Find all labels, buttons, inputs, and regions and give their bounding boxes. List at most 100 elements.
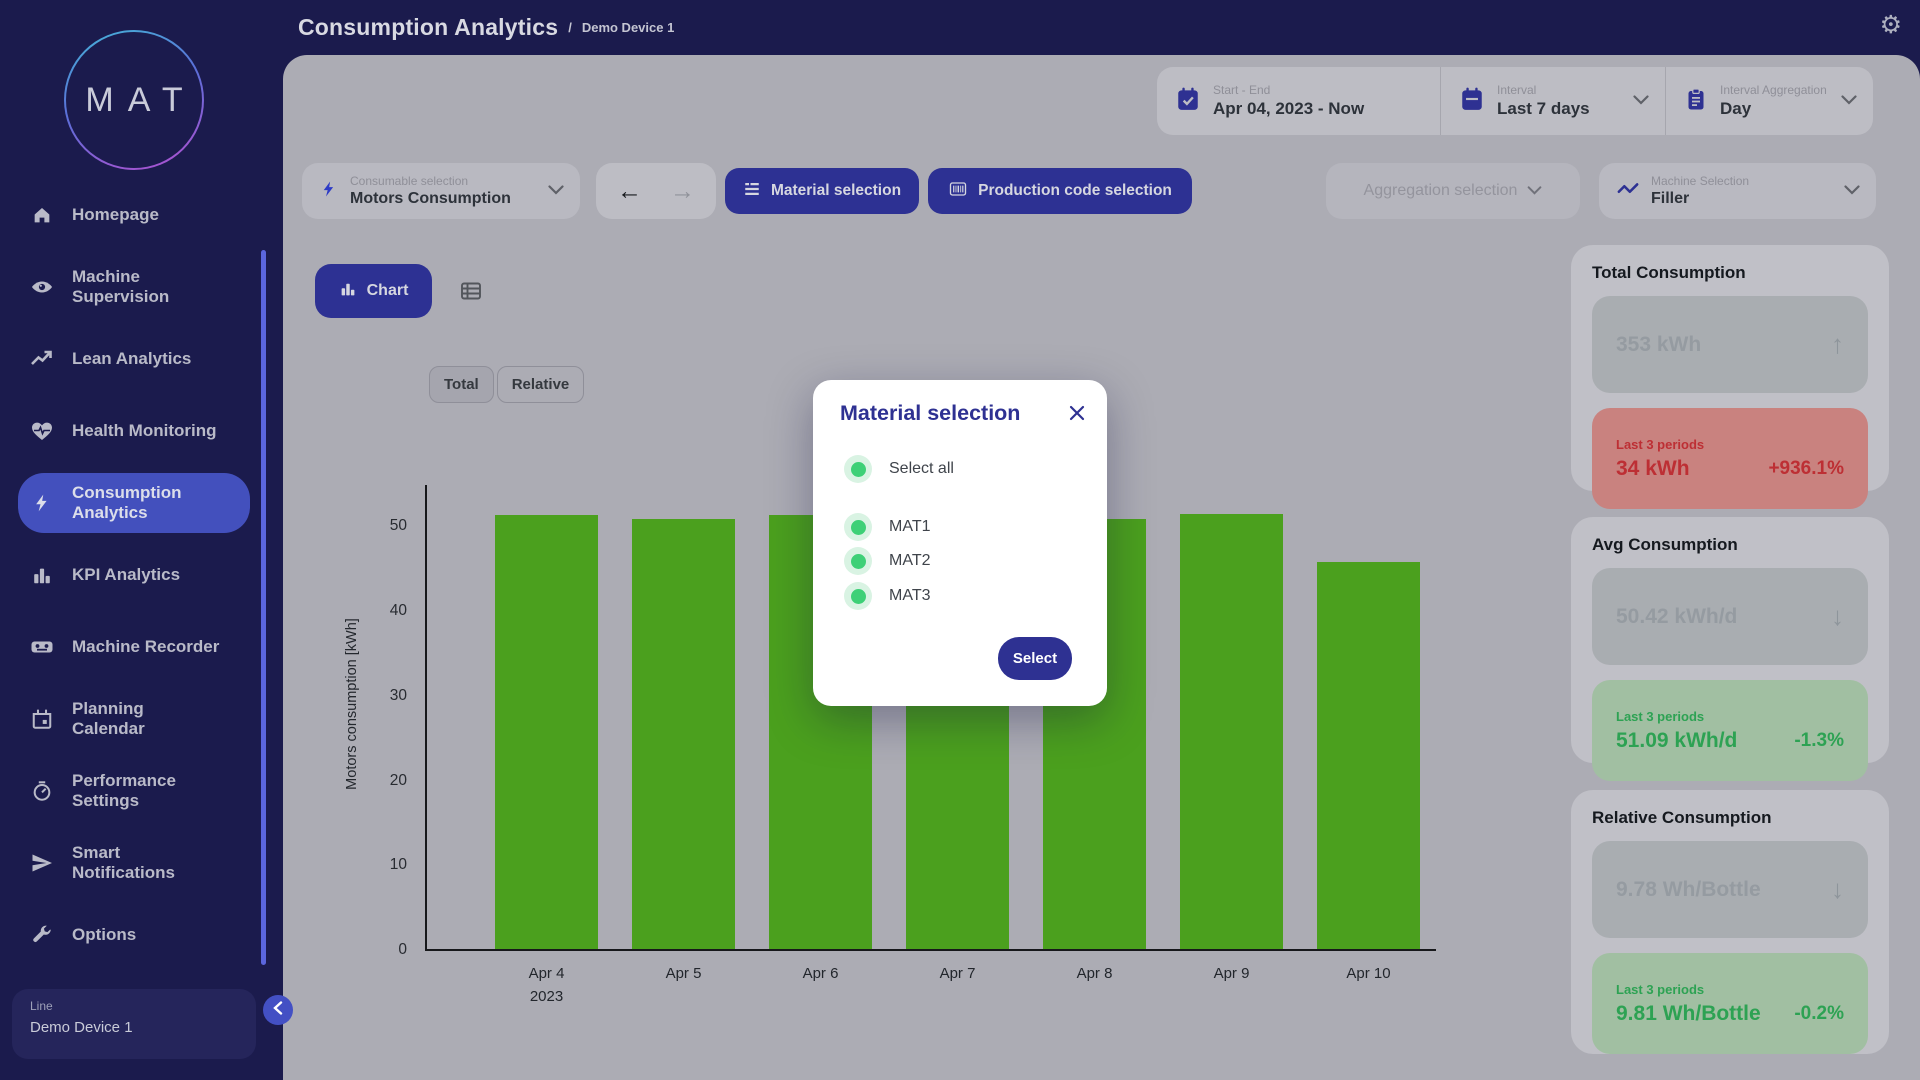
radio-selected-icon <box>844 513 872 541</box>
relative-consumption-card: Relative Consumption 9.78 Wh/Bottle ↓ La… <box>1571 790 1889 1054</box>
logo[interactable]: MAT <box>64 30 204 170</box>
stat-period-label: Last 3 periods <box>1616 709 1844 724</box>
total-consumption-card: Total Consumption 353 kWh ↑ Last 3 perio… <box>1571 245 1889 491</box>
settings-gear-icon[interactable]: ⚙ <box>1880 10 1902 40</box>
sidebar-item-label: Homepage <box>72 205 159 225</box>
machine-selection-dropdown[interactable]: Machine Selection Filler <box>1599 163 1876 219</box>
close-icon[interactable] <box>1069 405 1085 421</box>
chevron-left-icon <box>273 1001 283 1020</box>
radio-selected-icon <box>844 547 872 575</box>
stat-current-value: 353 kWh <box>1616 333 1701 357</box>
y-tick-label: 50 <box>390 517 407 535</box>
sidebar-item-options[interactable]: Options <box>0 899 268 971</box>
sidebar-item-homepage[interactable]: Homepage <box>0 179 268 251</box>
x-tick-label: Apr 10 <box>1300 962 1437 1009</box>
sidebar-item-label: Machine Supervision <box>72 267 169 307</box>
stat-current-value: 9.78 Wh/Bottle <box>1616 878 1761 902</box>
chart-bar <box>632 519 735 949</box>
aggregation-selection-dropdown[interactable]: Aggregation selection <box>1326 163 1580 219</box>
interval-aggregation-value: Day <box>1720 99 1827 119</box>
interval-aggregation-filter[interactable]: Interval Aggregation Day <box>1665 67 1873 135</box>
x-tick-label: Apr 6 <box>752 962 889 1009</box>
y-axis-title: Motors consumption [kWh] <box>344 618 360 790</box>
sidebar-item-label: Planning Calendar <box>72 699 145 739</box>
sidebar-item-label: Smart Notifications <box>72 843 175 883</box>
material-option-label: MAT2 <box>889 552 930 570</box>
sidebar-item-machine-recorder[interactable]: Machine Recorder <box>0 611 268 683</box>
app-root: MAT Homepage Machine Supervision Lean An… <box>0 0 1920 1080</box>
bar-chart-icon <box>339 280 357 303</box>
y-tick-label: 20 <box>390 772 407 790</box>
eye-icon <box>30 275 54 299</box>
consumable-selection-label: Consumable selection <box>350 174 511 188</box>
stat-current-box: 353 kWh ↑ <box>1592 296 1868 393</box>
back-arrow-button[interactable]: ← <box>617 179 642 204</box>
table-view-button[interactable] <box>459 279 483 303</box>
machine-selection-value: Filler <box>1651 190 1749 208</box>
sidebar-item-label: Health Monitoring <box>72 421 216 441</box>
sidebar-item-lean-analytics[interactable]: Lean Analytics <box>0 323 268 395</box>
production-code-selection-button[interactable]: Production code selection <box>928 168 1192 214</box>
material-option-mat2[interactable]: MAT2 <box>844 547 930 575</box>
sidebar-scrollbar[interactable] <box>261 250 266 965</box>
bar-chart-icon <box>30 563 54 587</box>
avg-consumption-card: Avg Consumption 50.42 kWh/d ↓ Last 3 per… <box>1571 517 1889 763</box>
period-nav: ← → <box>596 163 716 219</box>
material-option-label: MAT3 <box>889 587 930 605</box>
material-option-mat1[interactable]: MAT1 <box>844 513 930 541</box>
select-all-option[interactable]: Select all <box>844 455 954 483</box>
y-tick-label: 40 <box>390 602 407 620</box>
page-header: Consumption Analytics / Demo Device 1 <box>298 0 674 55</box>
sidebar-item-machine-supervision[interactable]: Machine Supervision <box>0 251 268 323</box>
calendar-icon <box>1459 86 1485 117</box>
chevron-down-icon <box>1633 92 1649 110</box>
chart-bar-slot <box>615 519 752 949</box>
trend-down-icon: ↓ <box>1831 601 1844 632</box>
sidebar-item-smart-notifications[interactable]: Smart Notifications <box>0 827 268 899</box>
select-button[interactable]: Select <box>998 637 1072 680</box>
chevron-down-icon <box>548 182 564 200</box>
sidebar-item-health-monitoring[interactable]: Health Monitoring <box>0 395 268 467</box>
wrench-icon <box>30 923 54 947</box>
chart-mode-toggle: Total Relative <box>429 366 584 403</box>
chart-bar <box>1317 562 1420 949</box>
sidebar-item-planning-calendar[interactable]: Planning Calendar <box>0 683 268 755</box>
stat-current-box: 9.78 Wh/Bottle ↓ <box>1592 841 1868 938</box>
material-selection-modal: Material selection Select all MAT1 MAT2 … <box>813 380 1107 706</box>
toggle-relative[interactable]: Relative <box>497 366 585 403</box>
interval-filter[interactable]: Interval Last 7 days <box>1440 67 1665 135</box>
sidebar-item-consumption-analytics[interactable]: Consumption Analytics <box>18 473 250 533</box>
sidebar-nav: Homepage Machine Supervision Lean Analyt… <box>0 179 268 971</box>
x-axis-labels: Apr 4 2023Apr 5Apr 6Apr 7Apr 8Apr 9Apr 1… <box>478 962 1437 1009</box>
toggle-total[interactable]: Total <box>429 366 494 403</box>
sidebar: MAT Homepage Machine Supervision Lean An… <box>0 0 268 1080</box>
interval-label: Interval <box>1497 83 1590 97</box>
chart-bar <box>1180 514 1283 949</box>
consumable-selection-dropdown[interactable]: Consumable selection Motors Consumption <box>302 163 580 219</box>
material-selection-button[interactable]: Material selection <box>725 168 919 214</box>
material-option-label: MAT1 <box>889 518 930 536</box>
start-end-filter[interactable]: Start - End Apr 04, 2023 - Now <box>1157 67 1440 135</box>
date-filter-bar: Start - End Apr 04, 2023 - Now Interval … <box>1157 67 1873 135</box>
clipboard-icon <box>1684 86 1708 117</box>
stat-delta-percent: +936.1% <box>1768 458 1844 480</box>
chart-view-button[interactable]: Chart <box>315 264 432 318</box>
breadcrumb-separator: / <box>568 20 572 35</box>
sidebar-item-kpi-analytics[interactable]: KPI Analytics <box>0 539 268 611</box>
stat-card-title: Total Consumption <box>1592 263 1868 283</box>
material-icon <box>743 180 761 203</box>
chevron-down-icon <box>1527 182 1542 200</box>
device-card[interactable]: Line Demo Device 1 <box>12 989 256 1059</box>
stat-delta-box: Last 3 periods 34 kWh +936.1% <box>1592 408 1868 509</box>
sidebar-item-label: Lean Analytics <box>72 349 191 369</box>
radio-selected-icon <box>844 455 872 483</box>
device-card-label: Line <box>30 999 238 1013</box>
material-option-mat3[interactable]: MAT3 <box>844 582 930 610</box>
lightning-icon <box>320 178 338 205</box>
chart-bar-slot <box>1300 562 1437 949</box>
stopwatch-icon <box>30 779 54 803</box>
forward-arrow-button[interactable]: → <box>670 179 695 204</box>
sidebar-item-performance-settings[interactable]: Performance Settings <box>0 755 268 827</box>
sidebar-collapse-button[interactable] <box>263 995 293 1025</box>
y-axis-ticks: 01020304050 <box>371 485 415 949</box>
